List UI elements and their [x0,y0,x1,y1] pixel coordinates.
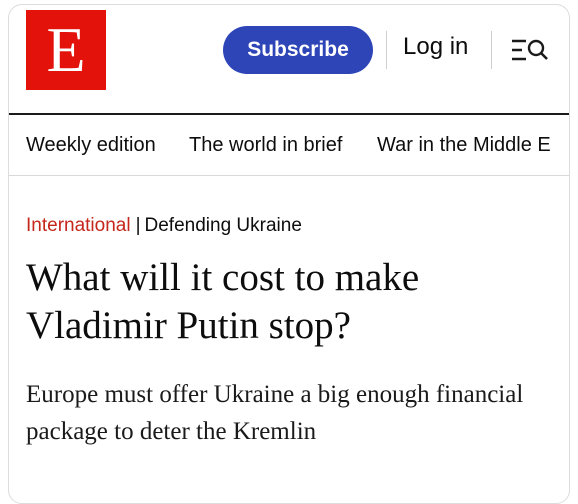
menu-search-icon[interactable] [509,35,551,65]
page-frame: E Subscribe Log in Weekly edition The wo… [8,4,570,504]
header-divider [386,31,387,69]
subscribe-button[interactable]: Subscribe [223,26,373,74]
nav-item-world-in-brief[interactable]: The world in brief [189,134,342,157]
section-link[interactable]: International [26,215,131,236]
top-nav: Weekly edition The world in brief War in… [9,115,569,175]
nav-item-weekly-edition[interactable]: Weekly edition [26,134,156,157]
economist-logo[interactable]: E [26,10,106,90]
login-link[interactable]: Log in [403,33,468,61]
menu-search-icon-graphic [512,39,548,61]
nav-item-war-middle-east[interactable]: War in the Middle E [377,134,551,157]
topic-link[interactable]: Defending Ukraine [145,215,302,236]
header-divider [491,31,492,69]
nav-rule [9,175,569,176]
kicker-separator: | [135,215,141,236]
article-kicker: International | Defending Ukraine [26,215,302,237]
article-headline[interactable]: What will it cost to make Vladimir Putin… [26,254,556,350]
site-header: E Subscribe Log in [9,5,569,115]
article-standfirst: Europe must offer Ukraine a big enough f… [26,381,524,445]
